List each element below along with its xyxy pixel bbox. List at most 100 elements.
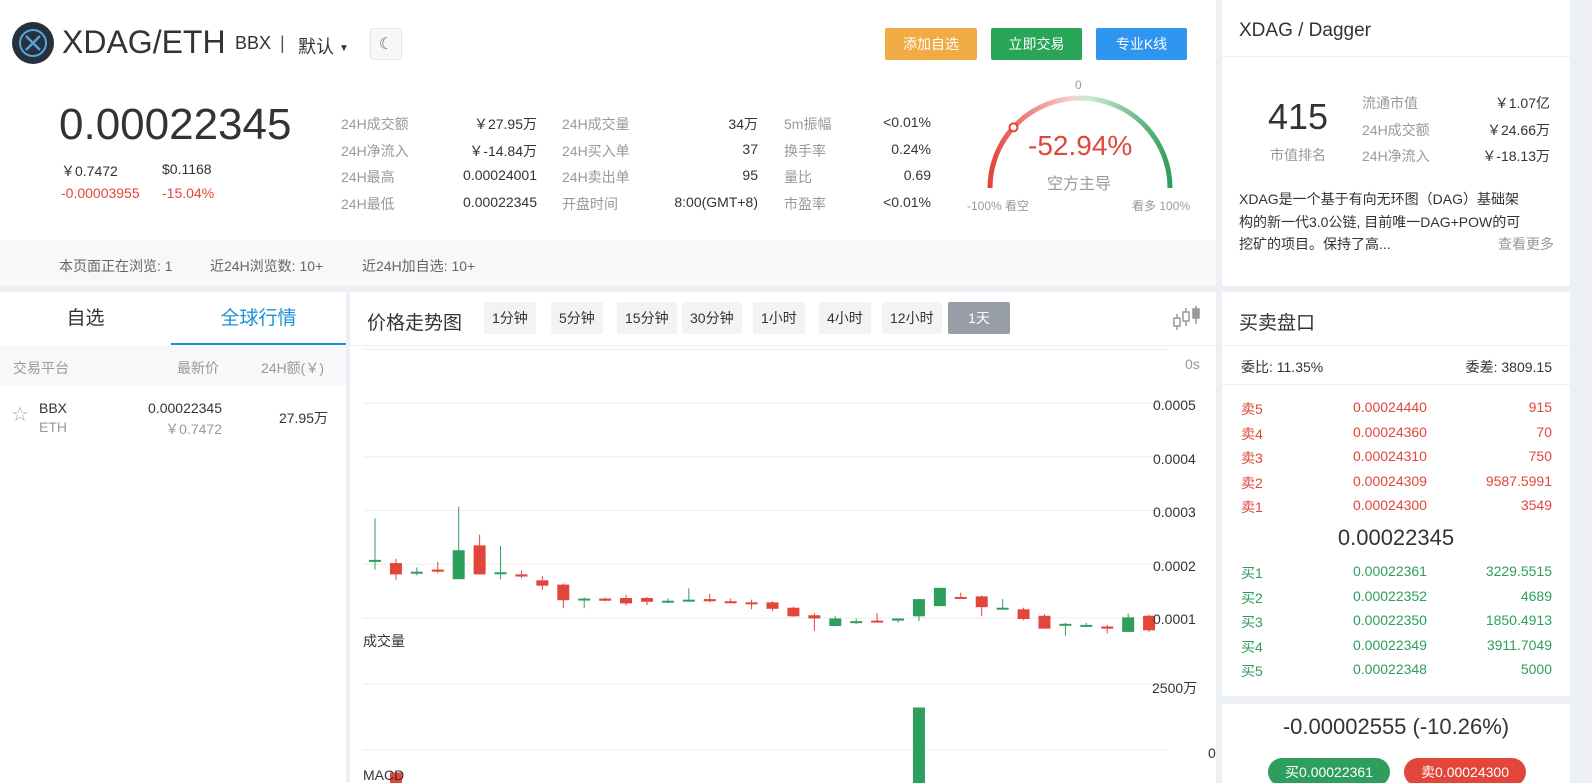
candle-body xyxy=(787,607,800,617)
order-side-label: 买5 xyxy=(1241,663,1263,680)
dark-mode-toggle[interactable]: ☾ xyxy=(370,28,402,60)
mode-label: 默认 xyxy=(298,37,334,57)
candle-body xyxy=(494,572,507,575)
divider xyxy=(1222,345,1570,346)
candle-body xyxy=(473,545,486,575)
stat-label: 5m振幅 xyxy=(784,116,832,132)
row-quote: ETH xyxy=(39,419,67,435)
stat-value: <0.01% xyxy=(883,194,931,210)
gauge-marker xyxy=(1008,122,1019,133)
watch-24h: 近24H加自选: 10+ xyxy=(362,258,476,274)
stat-value: 34万 xyxy=(728,116,758,132)
tf-1d[interactable]: 1天 xyxy=(948,302,1010,334)
orderbook-mid-price: 0.00022345 xyxy=(1337,525,1455,550)
mode-dropdown[interactable]: 默认 ▼ xyxy=(298,33,349,59)
kline-chart[interactable] xyxy=(350,346,1216,783)
see-more-link[interactable]: 查看更多 xyxy=(1498,234,1554,254)
order-qty: 5000 xyxy=(1520,661,1552,678)
y-tick: 0.0001 xyxy=(1153,611,1196,627)
intro-title: XDAG / Dagger xyxy=(1239,20,1371,41)
y-tick: 0.0005 xyxy=(1153,397,1196,413)
stat-value: 0.00024001 xyxy=(463,167,537,183)
order-side-label: 买1 xyxy=(1241,565,1263,581)
ask-row[interactable]: 卖3 0.00024310 750 xyxy=(1222,448,1570,472)
add-watch-button[interactable]: 添加自选 xyxy=(885,28,977,60)
candle-body xyxy=(578,598,591,601)
bid-row[interactable]: 买4 0.00022349 3911.7049 xyxy=(1222,637,1570,661)
order-price: 0.00024309 xyxy=(1353,472,1427,489)
intro-desc-line: XDAG是一个基于有向无环图（DAG）基础架 xyxy=(1239,191,1520,207)
order-price: 0.00024360 xyxy=(1353,423,1427,440)
vol-tick: 0 xyxy=(1208,745,1216,761)
tf-15m[interactable]: 15分钟 xyxy=(617,302,677,334)
bid-row[interactable]: 买5 0.00022348 5000 xyxy=(1222,661,1570,685)
gauge-right-label: 看多 100% xyxy=(1132,199,1191,213)
price-cny: ￥0.7472 xyxy=(61,163,118,179)
caret-down-icon: ▼ xyxy=(339,42,349,54)
intro-metric-label: 流通市值 xyxy=(1362,95,1418,111)
candle-body xyxy=(1101,626,1114,629)
volume-bar xyxy=(912,707,925,783)
tf-4h[interactable]: 4小时 xyxy=(819,302,871,334)
tf-12h[interactable]: 12小时 xyxy=(882,302,942,334)
ask-row[interactable]: 卖4 0.00024360 70 xyxy=(1222,424,1570,448)
order-qty: 750 xyxy=(1528,448,1552,465)
intro-metric-value: ￥1.07亿 xyxy=(1494,95,1550,111)
candle-body xyxy=(640,598,653,602)
tab-global-market[interactable]: 全球行情 xyxy=(171,292,346,345)
intro-metric-value: ￥-18.13万 xyxy=(1482,148,1550,164)
candle-body xyxy=(933,587,946,607)
row-cny: ￥0.7472 xyxy=(165,421,222,437)
stat-value: 95 xyxy=(742,167,758,183)
market-table-header: 交易平台 最新价 24H额(￥) xyxy=(0,345,346,386)
countdown: 0s xyxy=(1185,356,1200,372)
bid-row[interactable]: 买2 0.00022352 4689 xyxy=(1222,588,1570,612)
ask-row[interactable]: 卖2 0.00024309 9587.5991 xyxy=(1222,473,1570,497)
bid-row[interactable]: 买1 0.00022361 3229.5515 xyxy=(1222,563,1570,587)
candle-body xyxy=(452,550,465,580)
candle-body xyxy=(1080,624,1093,627)
candle-body xyxy=(766,602,779,609)
col-exchange: 交易平台 xyxy=(13,360,69,376)
buy-button[interactable]: 买0.00022361 xyxy=(1268,758,1390,783)
ask-row[interactable]: 卖5 0.00024440 915 xyxy=(1222,399,1570,423)
tf-1m[interactable]: 1分钟 xyxy=(484,302,536,334)
market-rank-label: 市值排名 xyxy=(1270,147,1326,163)
tf-1h[interactable]: 1小时 xyxy=(753,302,805,334)
tf-30m[interactable]: 30分钟 xyxy=(682,302,742,334)
market-row[interactable]: ☆ BBX ETH 0.00022345 ￥0.7472 27.95万 xyxy=(0,386,346,442)
divider xyxy=(1222,384,1570,385)
order-qty: 70 xyxy=(1536,423,1552,440)
star-icon[interactable]: ☆ xyxy=(11,402,29,427)
trade-now-button[interactable]: 立即交易 xyxy=(991,28,1082,60)
price-chart-panel: 价格走势图 1分钟 5分钟 15分钟 30分钟 1小时 4小时 12小时 1天 … xyxy=(350,292,1216,783)
candle-body xyxy=(829,618,842,626)
order-side-label: 卖1 xyxy=(1241,499,1263,516)
candlestick-icon[interactable] xyxy=(1172,304,1202,335)
order-side-label: 卖3 xyxy=(1241,450,1263,467)
y-tick: 0.0002 xyxy=(1153,558,1196,574)
candle-body xyxy=(703,599,716,602)
candle-body xyxy=(536,580,549,586)
intro-metric-label: 24H成交额 xyxy=(1362,122,1430,138)
candle-body xyxy=(871,620,884,623)
stat-label: 24H最低 xyxy=(341,196,395,212)
order-qty: 9587.5991 xyxy=(1485,472,1552,489)
candle-body xyxy=(996,607,1009,610)
candle-body xyxy=(682,599,695,602)
col-amount: 24H额(￥) xyxy=(261,360,325,376)
sell-button[interactable]: 卖0.00024300 xyxy=(1404,758,1526,783)
stat-value: <0.01% xyxy=(883,114,931,130)
volume-label: 成交量 xyxy=(363,633,405,649)
order-qty: 1850.4913 xyxy=(1485,612,1552,629)
coin-intro-panel: XDAG / Dagger 415 市值排名 流通市值 ￥1.07亿 24H成交… xyxy=(1222,0,1570,286)
stat-value: ￥27.95万 xyxy=(473,116,537,132)
bid-row[interactable]: 买3 0.00022350 1850.4913 xyxy=(1222,612,1570,636)
tab-watchlist[interactable]: 自选 xyxy=(0,292,171,345)
candle-body xyxy=(620,598,633,604)
tf-5m[interactable]: 5分钟 xyxy=(551,302,603,334)
order-qty: 915 xyxy=(1528,399,1552,415)
pro-kline-button[interactable]: 专业K线 xyxy=(1096,28,1187,60)
order-price: 0.00022350 xyxy=(1353,612,1427,629)
ask-row[interactable]: 卖1 0.00024300 3549 xyxy=(1222,497,1570,521)
